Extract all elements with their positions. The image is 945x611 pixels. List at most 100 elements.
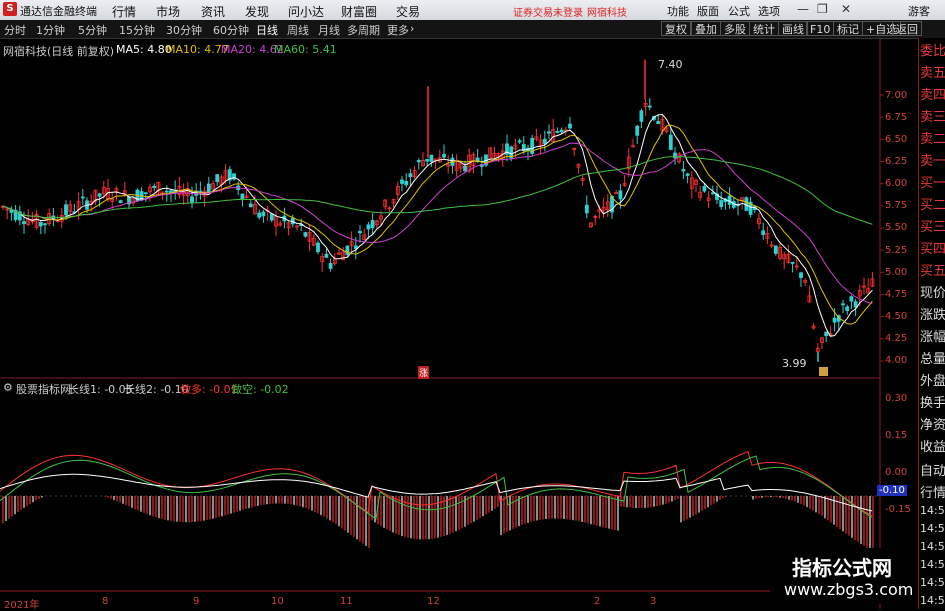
more-chevron-icon[interactable]: › [410,22,414,35]
candle-body [303,232,308,237]
duogu-button[interactable]: 多股 [720,21,750,36]
price-tick: 6.50 [885,134,908,145]
menu-shichang[interactable]: 市场 [156,3,180,20]
menu-jiaoyi[interactable]: 交易 [396,3,420,20]
period-more[interactable]: 更多 [387,22,409,38]
period-daily[interactable]: 日线 [256,22,278,38]
price-tick: 5.00 [885,267,908,278]
candle-body [824,331,829,337]
xaxis-label: 12 [427,596,440,607]
title-bar: S 通达信金融终端 行情 市场 资讯 发现 问小达 财富圈 交易 证券交易未登录… [0,0,945,20]
quote-panel-item[interactable]: 14:50 [920,540,945,553]
tongji-button[interactable]: 统计 [749,21,779,36]
quote-panel-item[interactable]: 买一 [920,172,945,191]
quote-panel-item[interactable]: 卖二 [920,128,945,147]
period-weekly[interactable]: 周线 [287,22,309,38]
restore-icon[interactable]: ❐ [817,2,828,16]
menu-caifuquan[interactable]: 财富圈 [341,3,377,20]
indicator-value-tag: -0.10 [877,485,907,496]
quote-panel-item[interactable]: 自动 [920,460,945,479]
quote-panel-item[interactable]: 卖四 [920,84,945,103]
candle-body [80,196,85,199]
period-multi[interactable]: 多周期 [347,22,380,38]
candle-body [647,105,652,108]
quote-panel-item[interactable]: 总量 [920,348,945,367]
quote-panel-item[interactable]: 净资 [920,414,945,433]
candle-body [269,213,274,221]
quote-panel-item[interactable]: 收益 [920,436,945,455]
menu-faxian[interactable]: 发现 [245,3,269,20]
period-5min[interactable]: 5分钟 [78,22,107,38]
period-60min[interactable]: 60分钟 [213,22,249,38]
indicator-title[interactable]: 股票指标网 [16,381,71,397]
low-price-label: 3.99 [782,357,807,370]
event-marker-icon[interactable] [819,367,828,376]
period-fenshi[interactable]: 分时 [4,22,26,38]
menu-wenxiaoda[interactable]: 问小达 [288,3,324,20]
candle-body [727,195,732,205]
kline-title: 网宿科技(日线 前复权) [3,45,115,58]
f10-button[interactable]: F10 [806,21,835,36]
quote-panel-item[interactable]: 14:50 [920,522,945,535]
ma60-line [2,156,873,225]
quote-panel-item[interactable]: 卖三 [920,106,945,125]
quote-panel-item[interactable]: 卖一 [920,150,945,169]
xaxis-label: 2 [594,596,601,607]
candle-body [744,197,749,211]
quote-panel-item[interactable]: 14:50 [920,594,945,607]
huaxian-button[interactable]: 画线 [778,21,808,36]
indicator-kong-label: 做空: -0.02 [231,383,289,396]
quote-panel-item[interactable]: 14:50 [920,504,945,517]
diejia-button[interactable]: 叠加 [691,21,721,36]
period-30min[interactable]: 30分钟 [166,22,202,38]
candle-body [358,230,362,234]
menu-banmian[interactable]: 版面 [697,3,719,19]
candle-body [257,212,262,218]
xaxis-label: 8 [102,596,109,607]
candle-body [400,179,404,184]
menu-gongneng[interactable]: 功能 [667,3,689,19]
quote-panel-item[interactable]: 买三 [920,216,945,235]
candle-body [517,140,522,143]
guest-label[interactable]: 游客 [908,3,930,19]
indicator-settings-icon[interactable]: ⚙ [3,381,13,394]
quote-panel-item[interactable]: 卖五 [920,62,945,81]
period-monthly[interactable]: 月线 [318,22,340,38]
price-tick: 5.75 [885,200,908,211]
quote-panel-item[interactable]: 买五 [920,260,945,279]
menu-zixun[interactable]: 资讯 [201,3,225,20]
quote-panel-item[interactable]: 涨幅 [920,326,945,345]
candle-body [190,196,194,204]
candle-body [261,211,266,217]
menu-xuanxiang[interactable]: 选项 [758,3,780,19]
period-1min[interactable]: 1分钟 [36,22,65,38]
limit-up-marker[interactable]: 涨 [418,366,430,379]
menu-gongshi[interactable]: 公式 [728,3,750,19]
quote-panel-item[interactable]: 行情 [920,482,945,501]
kline-chart-canvas[interactable] [0,38,918,609]
quote-panel-item[interactable]: 买四 [920,238,945,257]
indicator-tick: 0.30 [885,393,908,404]
minimize-icon[interactable]: — [797,2,809,16]
fuquan-button[interactable]: 复权 [661,21,691,36]
indicator-kong-line [0,455,873,520]
login-warning[interactable]: 证券交易未登录 [513,4,583,19]
quote-panel-item[interactable]: 14:50 [920,558,945,571]
biaoji-button[interactable]: 标记 [833,21,863,36]
quote-panel-item[interactable]: 委比 [920,40,945,59]
quote-panel-item[interactable]: 买二 [920,194,945,213]
menu-hangqing[interactable]: 行情 [112,3,136,20]
quote-panel-item[interactable]: 换手 [920,392,945,411]
watermark: 指标公式网 www.zbgs3.com [770,548,918,604]
quote-panel-item[interactable]: 外盘 [920,370,945,389]
quote-panel-item[interactable]: 14:50 [920,576,945,589]
candle-body [43,223,47,226]
current-stock-name: 网宿科技 [587,8,627,19]
close-icon[interactable]: ✕ [841,2,851,16]
quote-panel-item[interactable]: 现价 [920,282,945,301]
back-button[interactable]: 返回 [892,21,922,36]
period-15min[interactable]: 15分钟 [119,22,155,38]
quote-panel-item[interactable]: 涨跌 [920,304,945,323]
candle-body [841,303,845,306]
candle-body [761,230,766,235]
